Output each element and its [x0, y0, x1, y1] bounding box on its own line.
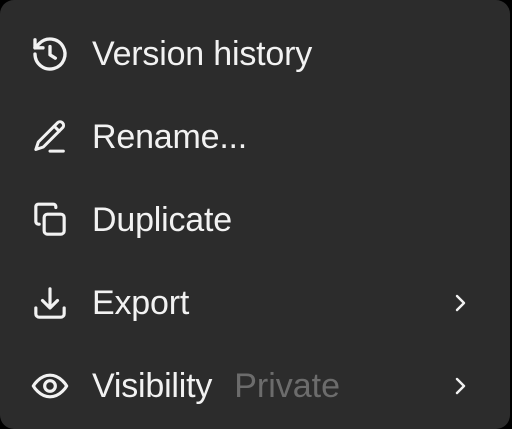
- menu-item-label: Rename...: [92, 117, 248, 156]
- menu-item-label: Duplicate: [92, 200, 232, 239]
- pencil-icon: [30, 117, 70, 157]
- duplicate-icon: [30, 200, 70, 240]
- chevron-right-icon: [448, 291, 472, 315]
- menu-item-version-history[interactable]: Version history: [0, 12, 510, 95]
- context-menu: Version history Rename... Duplicate Expo…: [0, 0, 510, 429]
- history-icon: [30, 34, 70, 74]
- menu-item-visibility[interactable]: Visibility Private: [0, 344, 510, 427]
- menu-item-label: Export: [92, 283, 190, 322]
- chevron-right-icon: [448, 374, 472, 398]
- menu-item-duplicate[interactable]: Duplicate: [0, 178, 510, 261]
- menu-item-export[interactable]: Export: [0, 261, 510, 344]
- eye-icon: [30, 366, 70, 406]
- download-icon: [30, 283, 70, 323]
- menu-item-label: Visibility: [92, 366, 213, 405]
- menu-item-rename[interactable]: Rename...: [0, 95, 510, 178]
- visibility-value: Private: [234, 366, 341, 405]
- menu-item-label: Version history: [92, 34, 312, 73]
